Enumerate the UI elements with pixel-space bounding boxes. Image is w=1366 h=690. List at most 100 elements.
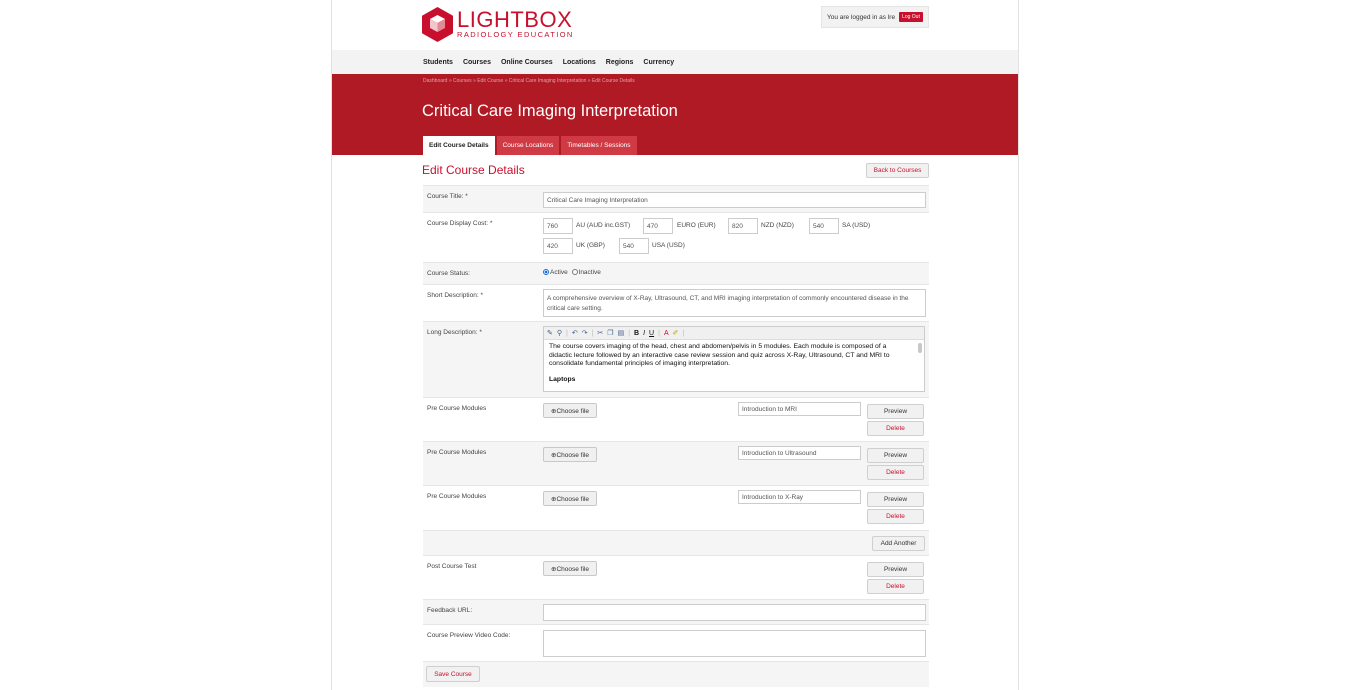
module-1-delete-button[interactable]: Delete [867,421,924,436]
module-1-name-input[interactable]: Introduction to MRI [738,402,861,416]
cost-sa-input[interactable]: 540 [809,218,839,234]
module-3-choose-file-button[interactable]: ⊕Choose file [543,491,597,506]
editor-toolbar: ✎ ⚲ | ↶ ↷ | ✂ ❐ ▤ | B I U | A ✐ | [544,327,924,340]
module-1-preview-button[interactable]: Preview [867,404,924,419]
row-display-cost: Course Display Cost: * 760 AU (AUD inc.G… [423,212,929,262]
breadcrumb[interactable]: Dashboard » Courses » Edit Course » Crit… [423,78,635,84]
status-radio-group: Active Inactive [543,269,601,276]
nav-online-courses[interactable]: Online Courses [501,59,553,66]
cost-usa-label: USA (USD) [652,242,685,249]
cut-icon[interactable]: ✂ [597,329,603,337]
short-description-textarea[interactable]: A comprehensive overview of X-Ray, Ultra… [543,289,926,317]
modules-label: Pre Course Modules [427,493,487,500]
post-test-choose-file-button[interactable]: ⊕Choose file [543,561,597,576]
status-active-label[interactable]: Active [550,269,568,276]
status-active-radio[interactable] [543,269,549,275]
paste-icon[interactable]: ▤ [618,329,625,337]
bold-icon[interactable]: B [634,330,639,337]
italic-icon[interactable]: I [643,330,645,337]
logout-button[interactable]: Log Out [899,12,923,22]
editor-paragraph: The course covers imaging of the head, c… [549,343,890,367]
editor-scrollbar[interactable] [918,343,922,353]
redo-icon[interactable]: ↷ [582,329,588,337]
page: LIGHTBOX RADIOLOGY EDUCATION You are log… [331,0,1019,690]
spellcheck-icon[interactable]: ✎ [547,329,553,337]
modules-label: Pre Course Modules [427,405,487,412]
long-description-editor[interactable]: ✎ ⚲ | ↶ ↷ | ✂ ❐ ▤ | B I U | A ✐ | The co… [543,326,925,392]
module-3-name-input[interactable]: Introduction to X-Ray [738,490,861,504]
tab-course-locations[interactable]: Course Locations [496,136,560,155]
brand-subtitle: RADIOLOGY EDUCATION [457,30,574,39]
cost-euro-label: EURO (EUR) [677,222,716,229]
row-add-another: Add Another [423,530,929,555]
cost-sa-label: SA (USD) [842,222,871,229]
row-feedback-url: Feedback URL: [423,599,929,624]
editor-heading: Laptops [549,375,576,383]
row-pre-course-module-1: Pre Course Modules ⊕Choose file Introduc… [423,397,929,441]
cost-nzd-label: NZD (NZD) [761,222,794,229]
short-description-label: Short Description: * [427,292,483,299]
row-pre-course-module-3: Pre Course Modules ⊕Choose file Introduc… [423,485,929,530]
nav-currency[interactable]: Currency [643,59,674,66]
status-inactive-label[interactable]: Inactive [579,269,601,276]
underline-icon[interactable]: U [649,330,654,337]
find-icon[interactable]: ⚲ [557,329,562,337]
module-2-name-input[interactable]: Introduction to Ultrasound [738,446,861,460]
copy-icon[interactable]: ❐ [607,329,613,337]
cost-usa-input[interactable]: 540 [619,238,649,254]
cost-uk-label: UK (GBP) [576,242,605,249]
cost-au-input[interactable]: 760 [543,218,573,234]
cost-au-label: AU (AUD inc.GST) [576,222,631,229]
row-course-title: Course Title: * Critical Care Imaging In… [423,185,929,212]
editor-content[interactable]: The course covers imaging of the head, c… [544,340,916,387]
long-description-label: Long Description: * [427,329,482,336]
status-inactive-radio[interactable] [571,269,578,275]
lightbox-logo[interactable]: LIGHTBOX RADIOLOGY EDUCATION [422,6,574,42]
row-save: Save Course [423,661,929,687]
text-color-icon[interactable]: A [664,330,669,337]
toolbar-separator: | [566,329,568,337]
back-to-courses-button[interactable]: Back to Courses [866,163,929,178]
cost-euro-input[interactable]: 470 [643,218,673,234]
cube-logo-icon [422,6,453,42]
module-2-choose-file-button[interactable]: ⊕Choose file [543,447,597,462]
nav-students[interactable]: Students [423,59,453,66]
video-code-textarea[interactable] [543,630,926,657]
post-test-preview-button[interactable]: Preview [867,562,924,577]
login-status: You are logged in as lre Log Out [821,6,929,28]
module-2-delete-button[interactable]: Delete [867,465,924,480]
nav-regions[interactable]: Regions [606,59,634,66]
module-2-preview-button[interactable]: Preview [867,448,924,463]
tab-timetables-sessions[interactable]: Timetables / Sessions [561,136,637,155]
highlight-icon[interactable]: ✐ [673,329,679,337]
row-course-status: Course Status: Active Inactive [423,262,929,284]
feedback-url-label: Feedback URL: [427,607,473,614]
main-nav: Students Courses Online Courses Location… [332,50,1018,74]
post-test-delete-button[interactable]: Delete [867,579,924,594]
course-title-input[interactable]: Critical Care Imaging Interpretation [543,192,926,208]
feedback-url-input[interactable] [543,604,926,621]
save-course-button[interactable]: Save Course [426,666,480,682]
tab-edit-course-details[interactable]: Edit Course Details [423,136,495,155]
row-long-description: Long Description: * ✎ ⚲ | ↶ ↷ | ✂ ❐ ▤ | … [423,321,929,397]
display-cost-label: Course Display Cost: * [427,220,493,227]
undo-icon[interactable]: ↶ [572,329,578,337]
post-course-test-label: Post Course Test [427,563,477,570]
course-title-label: Course Title: * [427,193,468,200]
brand-name: LIGHTBOX [457,7,573,32]
toolbar-separator: | [682,329,685,337]
section-title: Edit Course Details [422,163,525,177]
module-1-choose-file-button[interactable]: ⊕Choose file [543,403,597,418]
tab-bar: Edit Course Details Course Locations Tim… [423,136,639,155]
cost-uk-input[interactable]: 420 [543,238,573,254]
row-short-description: Short Description: * A comprehensive ove… [423,284,929,321]
row-post-course-test: Post Course Test ⊕Choose file Preview De… [423,555,929,599]
module-3-delete-button[interactable]: Delete [867,509,924,524]
toolbar-separator: | [628,329,631,337]
module-3-preview-button[interactable]: Preview [867,492,924,507]
nav-courses[interactable]: Courses [463,59,491,66]
nav-locations[interactable]: Locations [563,59,596,66]
add-another-button[interactable]: Add Another [872,536,925,551]
toolbar-separator: | [591,329,594,337]
cost-nzd-input[interactable]: 820 [728,218,758,234]
